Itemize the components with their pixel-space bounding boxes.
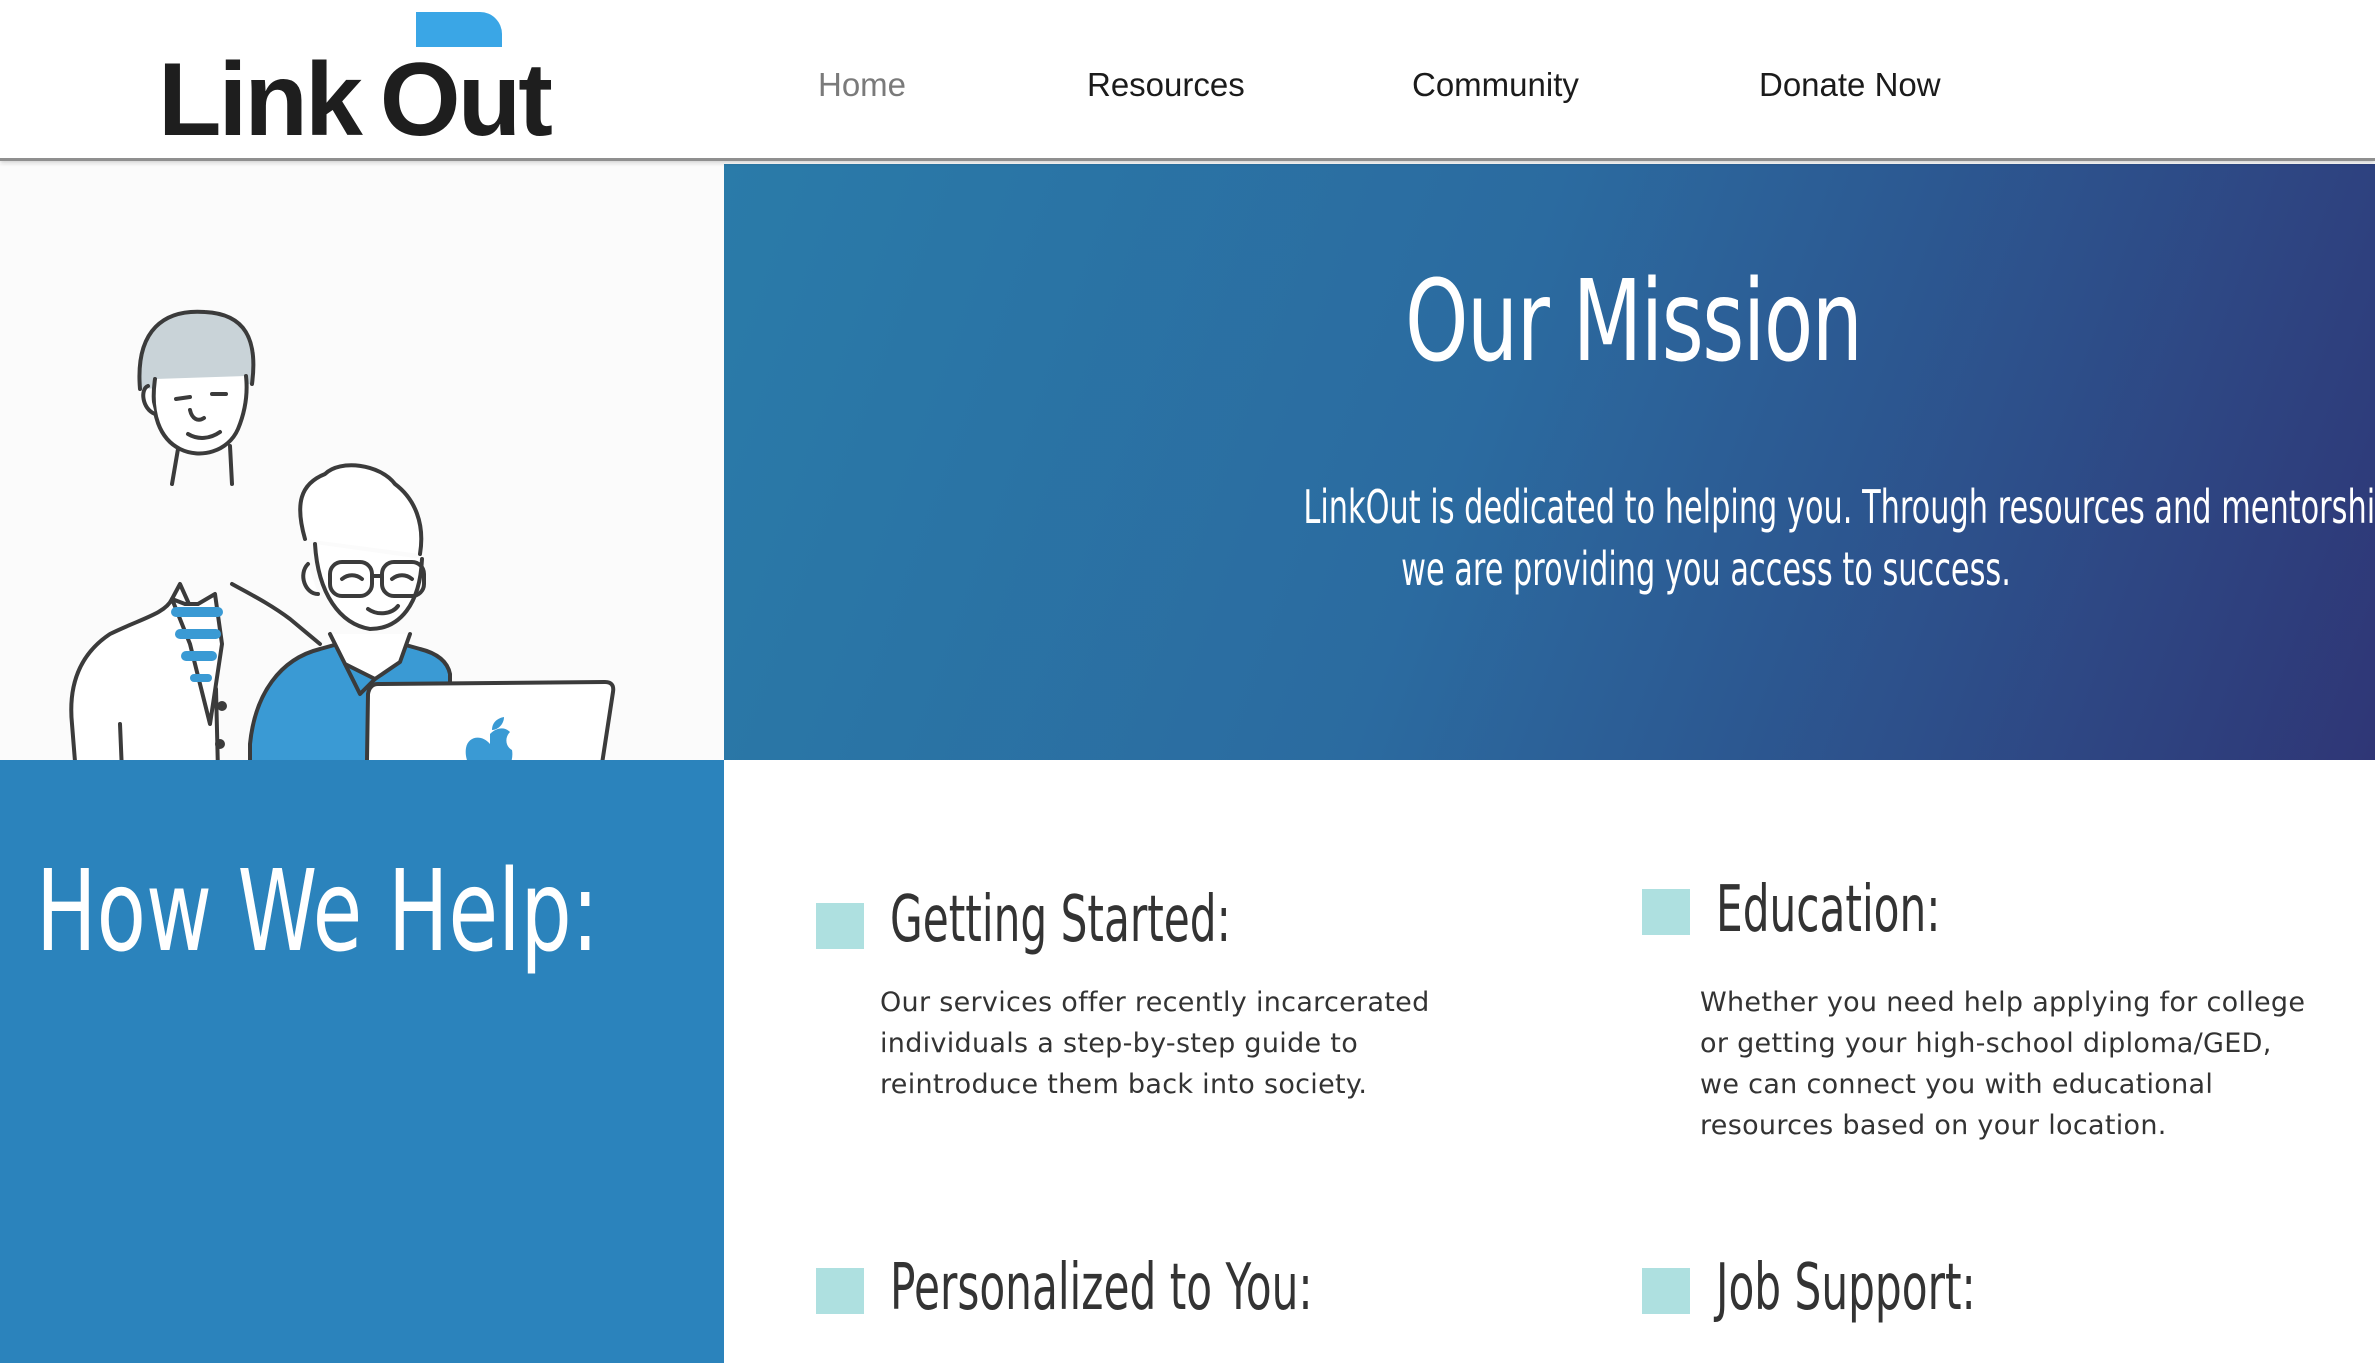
getting-started-line: reintroduce them back into society. <box>880 1069 1368 1100</box>
mission-title: Our Mission <box>1405 257 1863 387</box>
job-support-title: Job Support: <box>1716 1251 1976 1325</box>
education-line: or getting your high-school diploma/GED, <box>1700 1028 2272 1059</box>
linkout-logo[interactable]: Link Out <box>158 12 553 152</box>
site-header: Link Out Home Resources Community Donate … <box>0 0 2375 161</box>
nav-home[interactable]: Home <box>818 66 906 104</box>
nav-resources[interactable]: Resources <box>1087 66 1245 104</box>
getting-started-line: Our services offer recently incarcerated <box>880 987 1430 1018</box>
personalized-title: Personalized to You: <box>890 1251 1313 1325</box>
education-line: resources based on your location. <box>1700 1110 2167 1141</box>
how-we-help-title: How We Help: <box>36 847 599 977</box>
logo-text: Link Out <box>158 42 553 158</box>
mission-body-line2: we are providing you access to success. <box>1401 542 2011 596</box>
mission-body-line1: LinkOut is dedicated to helping you. Thr… <box>1303 480 2375 534</box>
getting-started-line: individuals a step-by-step guide to <box>880 1028 1359 1059</box>
two-people-with-laptop-illustration <box>0 309 667 856</box>
nav-donate-now[interactable]: Donate Now <box>1759 66 1941 104</box>
nav-community[interactable]: Community <box>1412 66 1579 104</box>
getting-started-bullet <box>816 903 864 949</box>
education-text: Whether you need help applying for colle… <box>1700 982 2305 1146</box>
education-line: we can connect you with educational <box>1700 1069 2214 1100</box>
how-we-help-panel: How We Help: <box>0 760 724 1363</box>
education-line: Whether you need help applying for colle… <box>1700 987 2306 1018</box>
getting-started-text: Our services offer recently incarcerated… <box>880 982 1430 1105</box>
mission-body: LinkOut is dedicated to helping you. Thr… <box>1303 476 2375 600</box>
education-bullet <box>1642 889 1690 935</box>
logo-word-link: Link <box>158 42 363 158</box>
hero-illustration-panel <box>0 164 724 856</box>
personalized-bullet <box>816 1268 864 1314</box>
education-title: Education: <box>1716 873 1941 947</box>
getting-started-title: Getting Started: <box>890 883 1231 957</box>
job-support-bullet <box>1642 1268 1690 1314</box>
logo-word-out: Out <box>379 42 553 158</box>
mission-section: Our Mission LinkOut is dedicated to help… <box>724 164 2375 760</box>
